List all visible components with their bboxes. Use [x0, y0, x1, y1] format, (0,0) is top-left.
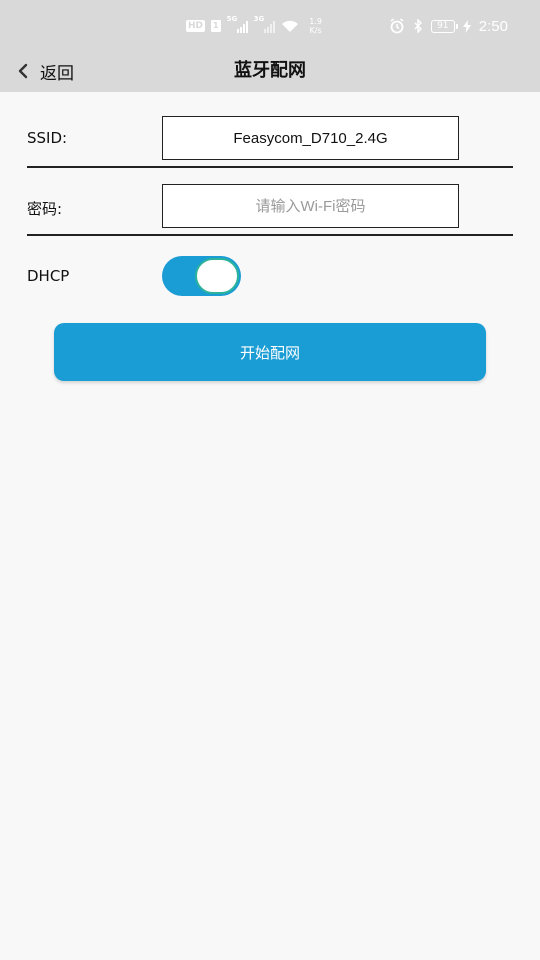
- sim-badge: 1: [211, 20, 221, 32]
- sim1-network-tag: 5G: [226, 15, 238, 23]
- back-label: 返回: [40, 63, 74, 84]
- network-speed: 1.9 K/s: [305, 17, 327, 35]
- network-speed-value: 1.9: [309, 17, 322, 26]
- hd-badge: HD: [186, 20, 206, 32]
- password-label: 密码:: [27, 200, 63, 218]
- alarm-icon: [390, 18, 404, 34]
- page-title: 蓝牙配网: [234, 60, 306, 81]
- charging-icon: [462, 19, 471, 33]
- status-system-group: 91 2:50: [389, 16, 508, 36]
- start-provisioning-button[interactable]: 开始配网: [54, 323, 486, 381]
- status-time: 2:50: [478, 17, 508, 35]
- sim1-signal-icon: 5G: [227, 15, 248, 33]
- dhcp-toggle-knob: [195, 258, 239, 294]
- password-input[interactable]: [162, 184, 459, 228]
- network-speed-unit: K/s: [309, 26, 322, 35]
- bluetooth-icon: [414, 19, 422, 33]
- sim2-signal-icon: 3G: [254, 15, 275, 33]
- password-divider: [27, 234, 513, 236]
- ssid-input[interactable]: [162, 116, 459, 160]
- dhcp-label: DHCP: [27, 267, 70, 285]
- ssid-label: SSID:: [27, 129, 68, 147]
- status-bar: HD 1 5G 3G 1.9 K/s 91 2:50: [0, 0, 540, 54]
- dhcp-toggle[interactable]: [162, 256, 241, 296]
- status-network-group: HD 1 5G 3G 1.9 K/s: [186, 15, 327, 36]
- wifi-icon: [281, 20, 298, 32]
- chevron-left-icon: [18, 63, 28, 79]
- sim2-network-tag: 3G: [253, 15, 265, 23]
- ssid-divider: [27, 166, 513, 168]
- back-button[interactable]: 返回: [16, 56, 74, 86]
- battery-indicator: 91: [430, 19, 458, 33]
- title-bar: 蓝牙配网 返回: [0, 54, 540, 92]
